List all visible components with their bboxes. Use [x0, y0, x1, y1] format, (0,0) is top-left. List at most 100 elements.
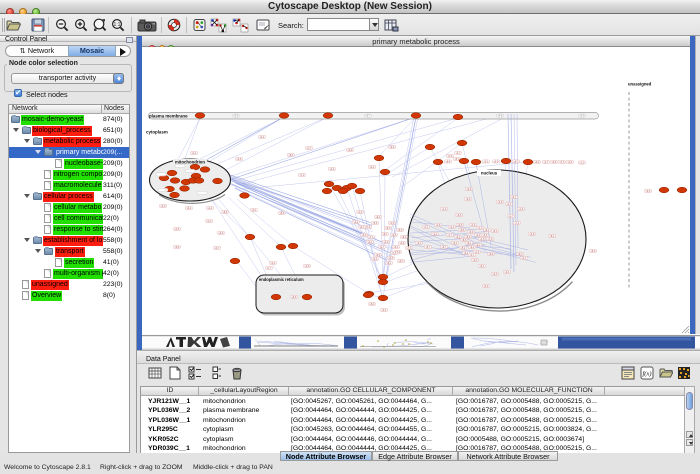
svg-text:x3-2: x3-2	[456, 236, 461, 239]
svg-text:x9-5: x9-5	[234, 115, 239, 118]
svg-text:x7-1: x7-1	[369, 236, 374, 239]
svg-text:x9-5: x9-5	[389, 257, 394, 260]
svg-text:x9-1: x9-1	[387, 262, 392, 265]
svg-text:x8-5: x8-5	[223, 211, 228, 214]
svg-text:x2-5: x2-5	[473, 259, 478, 262]
svg-text:nucleus: nucleus	[481, 171, 498, 176]
svg-text:x6-8: x6-8	[466, 236, 471, 239]
svg-text:cytoplasm: cytoplasm	[146, 130, 168, 135]
svg-text:x9-6: x9-6	[400, 242, 405, 245]
svg-text:x8-9: x8-9	[469, 231, 474, 234]
svg-text:x9-8: x9-8	[458, 224, 463, 227]
svg-text:x7-2: x7-2	[300, 174, 305, 177]
svg-text:x7-4: x7-4	[515, 222, 520, 225]
svg-text:x4-6: x4-6	[471, 224, 476, 227]
svg-text:x8-1: x8-1	[383, 233, 388, 236]
svg-text:x8-8: x8-8	[489, 253, 494, 256]
svg-text:x1-5: x1-5	[475, 251, 480, 254]
svg-text:x2-4: x2-4	[382, 309, 387, 312]
svg-text:x4-7: x4-7	[522, 257, 527, 260]
svg-text:x9-5: x9-5	[392, 234, 397, 237]
svg-text:x3-9: x3-9	[384, 241, 389, 244]
svg-text:x6-7: x6-7	[442, 246, 447, 249]
svg-text:x7-3: x7-3	[560, 161, 565, 164]
svg-text:x1-6: x1-6	[358, 211, 363, 214]
svg-text:mitochondrion: mitochondrion	[175, 160, 205, 165]
svg-text:x8-3: x8-3	[402, 236, 407, 239]
svg-text:x3-4: x3-4	[568, 161, 573, 164]
svg-text:x4-5: x4-5	[498, 115, 503, 118]
svg-text:x5-6: x5-6	[373, 222, 378, 225]
svg-text:x8-9: x8-9	[370, 303, 375, 306]
svg-text:x9-9: x9-9	[348, 149, 353, 152]
svg-text:x9-2: x9-2	[376, 216, 381, 219]
svg-text:x2-7: x2-7	[456, 152, 461, 155]
svg-text:x9-9: x9-9	[376, 254, 381, 257]
svg-text:x5-1: x5-1	[480, 265, 485, 268]
svg-text:x3-8: x3-8	[436, 224, 441, 227]
svg-text:x5-4: x5-4	[453, 242, 458, 245]
svg-text:x7-3: x7-3	[407, 247, 412, 250]
svg-text:x2-2: x2-2	[370, 166, 375, 169]
svg-text:x6-3: x6-3	[394, 246, 399, 249]
svg-text:x2-8: x2-8	[467, 188, 472, 191]
svg-text:x3-1: x3-1	[484, 160, 489, 163]
svg-text:x1-3: x1-3	[207, 220, 212, 223]
svg-text:endoplasmic reticulum: endoplasmic reticulum	[259, 277, 304, 282]
svg-text:x2-9: x2-9	[161, 205, 166, 208]
svg-text:x2-8: x2-8	[237, 158, 242, 161]
svg-text:1:1: 1:1	[114, 22, 121, 28]
svg-text:x2-2: x2-2	[433, 233, 438, 236]
svg-text:x3-4: x3-4	[505, 271, 510, 274]
svg-text:x1-7: x1-7	[509, 215, 514, 218]
svg-text:x4-2: x4-2	[271, 262, 276, 265]
svg-text:x3-9: x3-9	[362, 234, 367, 237]
svg-text:x3-8: x3-8	[305, 265, 310, 268]
svg-text:x9-3: x9-3	[518, 253, 523, 256]
svg-text:x8-1: x8-1	[467, 242, 472, 245]
svg-text:x1-3: x1-3	[478, 227, 483, 230]
svg-text:x1-7: x1-7	[544, 161, 549, 164]
svg-text:x1-7: x1-7	[307, 147, 312, 150]
svg-text:x6-2: x6-2	[470, 246, 475, 249]
svg-text:x3-9: x3-9	[580, 115, 585, 118]
svg-text:x2-1: x2-1	[368, 241, 373, 244]
svg-text:x1-5: x1-5	[480, 238, 485, 241]
svg-text:x3-9: x3-9	[448, 155, 453, 158]
svg-text:x7-7: x7-7	[267, 267, 272, 270]
svg-text:x2-9: x2-9	[476, 234, 481, 237]
svg-text:x8-4: x8-4	[289, 154, 294, 157]
svg-text:x6-9: x6-9	[494, 160, 499, 163]
svg-text:x6-9: x6-9	[535, 161, 540, 164]
svg-text:x9-6: x9-6	[466, 198, 471, 201]
svg-text:x6-9: x6-9	[398, 229, 403, 232]
svg-text:x8-8: x8-8	[462, 239, 467, 242]
svg-text:x6-5: x6-5	[493, 273, 498, 276]
svg-text:x7-1: x7-1	[424, 226, 429, 229]
svg-text:x2-7: x2-7	[507, 203, 512, 206]
svg-text:unassigned: unassigned	[628, 82, 652, 87]
svg-text:x7-7: x7-7	[448, 234, 453, 237]
svg-text:x6-5: x6-5	[483, 234, 488, 237]
svg-text:x6-2: x6-2	[187, 207, 192, 210]
svg-text:x4-2: x4-2	[354, 221, 359, 224]
svg-text:x6-7: x6-7	[512, 196, 517, 199]
svg-text:x1-8: x1-8	[390, 222, 395, 225]
svg-text:x7-8: x7-8	[488, 238, 493, 241]
svg-text:x7-5: x7-5	[366, 226, 371, 229]
svg-text:x8-8: x8-8	[292, 296, 297, 299]
svg-text:x2-2: x2-2	[417, 242, 422, 245]
svg-text:x3-1: x3-1	[252, 209, 257, 212]
svg-text:x5-3: x5-3	[386, 227, 391, 230]
svg-text:plasma membrane: plasma membrane	[149, 114, 188, 119]
svg-text:x4-4: x4-4	[208, 207, 213, 210]
svg-text:x9-7: x9-7	[360, 226, 365, 229]
svg-text:x5-7: x5-7	[366, 115, 371, 118]
svg-text:x1-2: x1-2	[580, 161, 585, 164]
svg-text:x6-8: x6-8	[390, 146, 395, 149]
svg-text:x3-1: x3-1	[192, 152, 197, 155]
svg-text:x3-8: x3-8	[552, 161, 557, 164]
svg-text:x5-9: x5-9	[591, 250, 596, 253]
svg-text:x4-3: x4-3	[450, 226, 455, 229]
svg-text:x8-8: x8-8	[460, 229, 465, 232]
